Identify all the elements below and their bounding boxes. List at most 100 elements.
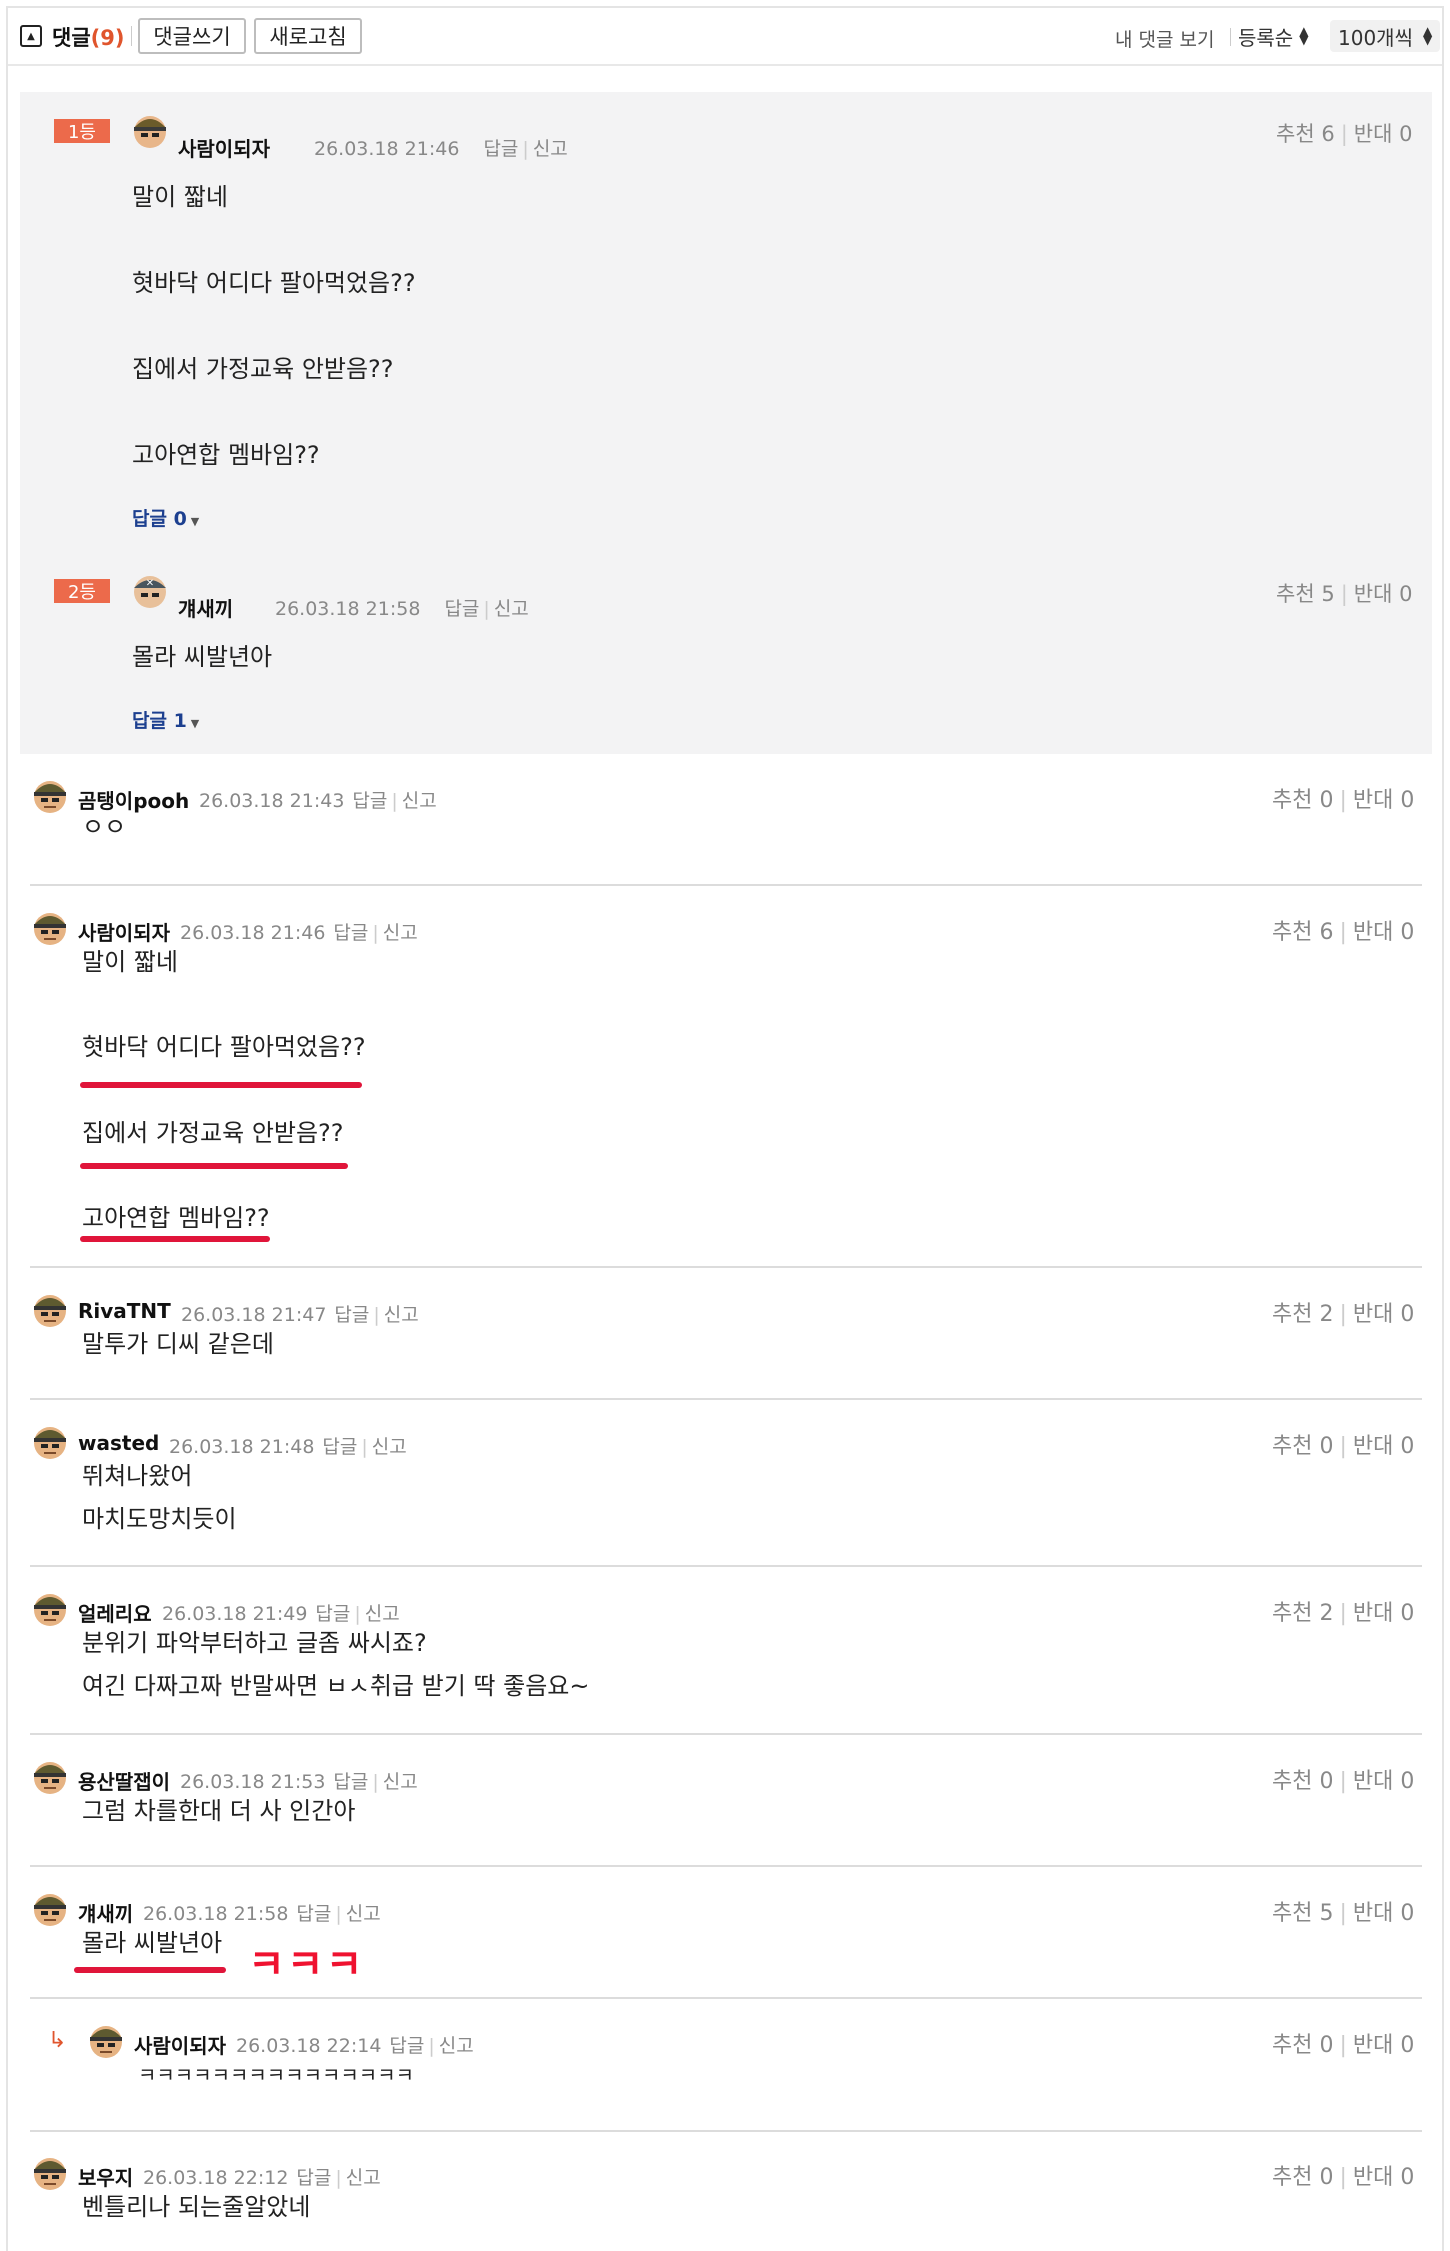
downvote-button[interactable]: 반대 0 [1353, 788, 1414, 813]
report-link[interactable]: 신고 [346, 2167, 381, 2189]
collapse-icon[interactable]: ▲ [20, 25, 42, 47]
downvote-button[interactable]: 반대 0 [1353, 2165, 1414, 2190]
upvote-button[interactable]: 추천 0 [1272, 2033, 1333, 2058]
upvote-button[interactable]: 추천 0 [1272, 1769, 1333, 1794]
upvote-button[interactable]: 추천 6 [1276, 122, 1335, 146]
comment-meta: 26.03.18 21:46 답글 | 신고 [180, 918, 418, 945]
author-name[interactable]: 사람이되자 [134, 2030, 226, 2059]
upvote-button[interactable]: 추천 5 [1276, 582, 1335, 606]
reply-link[interactable]: 답글 [296, 2167, 331, 2189]
avatar [134, 116, 166, 148]
downvote-button[interactable]: 반대 0 [1353, 2033, 1414, 2058]
reply-count-toggle[interactable]: 답글 1 ▼ [132, 706, 199, 733]
downvote-button[interactable]: 반대 0 [1354, 582, 1413, 606]
divider: | [335, 2167, 342, 2189]
report-link[interactable]: 신고 [494, 598, 529, 620]
divider: | [373, 1304, 380, 1326]
author-name[interactable]: 보우지 [78, 2162, 133, 2191]
comment-line: 몰라 씨발년아 [82, 1929, 223, 1957]
divider: | [428, 2035, 435, 2057]
report-link[interactable]: 신고 [533, 138, 568, 160]
write-comment-button[interactable]: 댓글쓰기 [138, 18, 246, 54]
rank-badge: 1등 [54, 119, 110, 143]
reply-link[interactable]: 답글 [333, 1771, 368, 1793]
upvote-button[interactable]: 추천 0 [1272, 1434, 1333, 1459]
report-link[interactable]: 신고 [384, 1304, 419, 1326]
author-name[interactable]: RivaTNT [78, 1299, 171, 1323]
author-name[interactable]: 사람이되자 [178, 133, 270, 162]
divider [30, 884, 1422, 886]
reply-link[interactable]: 답글 [483, 138, 518, 160]
author-name[interactable]: 곰탱이pooh [78, 785, 189, 814]
report-link[interactable]: 신고 [383, 1771, 418, 1793]
author-name[interactable]: 얼레리요 [78, 1598, 152, 1627]
per-page-select[interactable]: 100개씩 ▲ ▼ [1330, 20, 1440, 52]
downvote-button[interactable]: 반대 0 [1353, 1434, 1414, 1459]
report-link[interactable]: 신고 [365, 1603, 400, 1625]
author-name[interactable]: 걔새끼 [178, 593, 233, 622]
comment-line: ㅋㅋㅋㅋㅋㅋㅋㅋㅋㅋㅋㅋㅋㅋㅋ [138, 2063, 414, 2087]
reply-link[interactable]: 답글 [389, 2035, 424, 2057]
rank-badge: 2등 [54, 579, 110, 603]
comment-line: 말투가 디씨 같은데 [82, 1330, 274, 1358]
upvote-button[interactable]: 추천 2 [1272, 1601, 1333, 1626]
upvote-button[interactable]: 추천 6 [1272, 920, 1333, 945]
divider: | [1339, 788, 1347, 813]
vote-counts: 추천 2 | 반대 0 [1272, 1595, 1414, 1627]
comment-line: 벤틀리나 되는줄알았네 [82, 2193, 311, 2221]
comment-meta: 26.03.18 21:53 답글 | 신고 [180, 1767, 418, 1794]
refresh-button[interactable]: 새로고침 [254, 18, 362, 54]
downvote-button[interactable]: 반대 0 [1353, 1601, 1414, 1626]
upvote-button[interactable]: 추천 2 [1272, 1302, 1333, 1327]
reply-count: 답글 1 [132, 710, 187, 732]
report-link[interactable]: 신고 [372, 1436, 407, 1458]
reply-link[interactable]: 답글 [296, 1903, 331, 1925]
downvote-button[interactable]: 반대 0 [1353, 1901, 1414, 1926]
downvote-button[interactable]: 반대 0 [1353, 1769, 1414, 1794]
upvote-button[interactable]: 추천 5 [1272, 1901, 1333, 1926]
reply-link[interactable]: 답글 [444, 598, 479, 620]
author-name[interactable]: 걔새끼 [78, 1898, 133, 1927]
reply-link[interactable]: 답글 [334, 1304, 369, 1326]
reply-count-toggle[interactable]: 답글 0 ▼ [132, 504, 199, 531]
reply-link[interactable]: 답글 [352, 790, 387, 812]
downvote-button[interactable]: 반대 0 [1353, 920, 1414, 945]
my-comments-link[interactable]: 내 댓글 보기 [1115, 25, 1214, 52]
comment-meta: 26.03.18 21:48 답글 | 신고 [169, 1432, 407, 1459]
upvote-button[interactable]: 추천 0 [1272, 2165, 1333, 2190]
reply-link[interactable]: 답글 [333, 922, 368, 944]
author-name[interactable]: wasted [78, 1431, 159, 1455]
avatar [34, 781, 66, 813]
report-link[interactable]: 신고 [402, 790, 437, 812]
comment-line: ㅇㅇ [82, 813, 127, 841]
report-link[interactable]: 신고 [346, 1903, 381, 1925]
author-name[interactable]: 용산딸잽이 [78, 1766, 170, 1795]
downvote-button[interactable]: 반대 0 [1353, 1302, 1414, 1327]
comment-meta: 26.03.18 22:12 답글 | 신고 [143, 2163, 381, 2190]
comment-time: 26.03.18 21:58 [275, 598, 421, 620]
upvote-button[interactable]: 추천 0 [1272, 788, 1333, 813]
comment-time: 26.03.18 21:46 [314, 138, 460, 160]
report-link[interactable]: 신고 [439, 2035, 474, 2057]
report-link[interactable]: 신고 [383, 922, 418, 944]
reply-link[interactable]: 답글 [315, 1603, 350, 1625]
comment-header: ▲ 댓글(9) 댓글쓰기 새로고침 내 댓글 보기 등록순 ▲ ▼ 100개씩 ▲ ▼ [8, 8, 1442, 66]
comment-line: 고아연합 멤바임?? [132, 441, 320, 469]
vote-counts: 추천 0 | 반대 0 [1272, 782, 1414, 814]
comment-line: 뛰쳐나왔어 [82, 1462, 193, 1490]
avatar [34, 2158, 66, 2190]
comment-time: 26.03.18 21:49 [162, 1603, 308, 1625]
downvote-button[interactable]: 반대 0 [1354, 122, 1413, 146]
caret-down-icon: ▼ [190, 717, 200, 730]
vote-counts: 추천 6 | 반대 0 [1276, 122, 1413, 146]
vote-counts: 추천 0 | 반대 0 [1272, 1763, 1414, 1795]
divider: | [335, 1903, 342, 1925]
reply-link[interactable]: 답글 [322, 1436, 357, 1458]
comment-line: 말이 짧네 [82, 948, 178, 976]
author-name[interactable]: 사람이되자 [78, 917, 170, 946]
sort-select[interactable]: 등록순 ▲ ▼ [1238, 20, 1308, 52]
divider [1230, 28, 1231, 46]
avatar [34, 1894, 66, 1926]
vote-counts: 추천 6 | 반대 0 [1272, 914, 1414, 946]
comment-line: 몰라 씨발년아 [132, 643, 273, 671]
